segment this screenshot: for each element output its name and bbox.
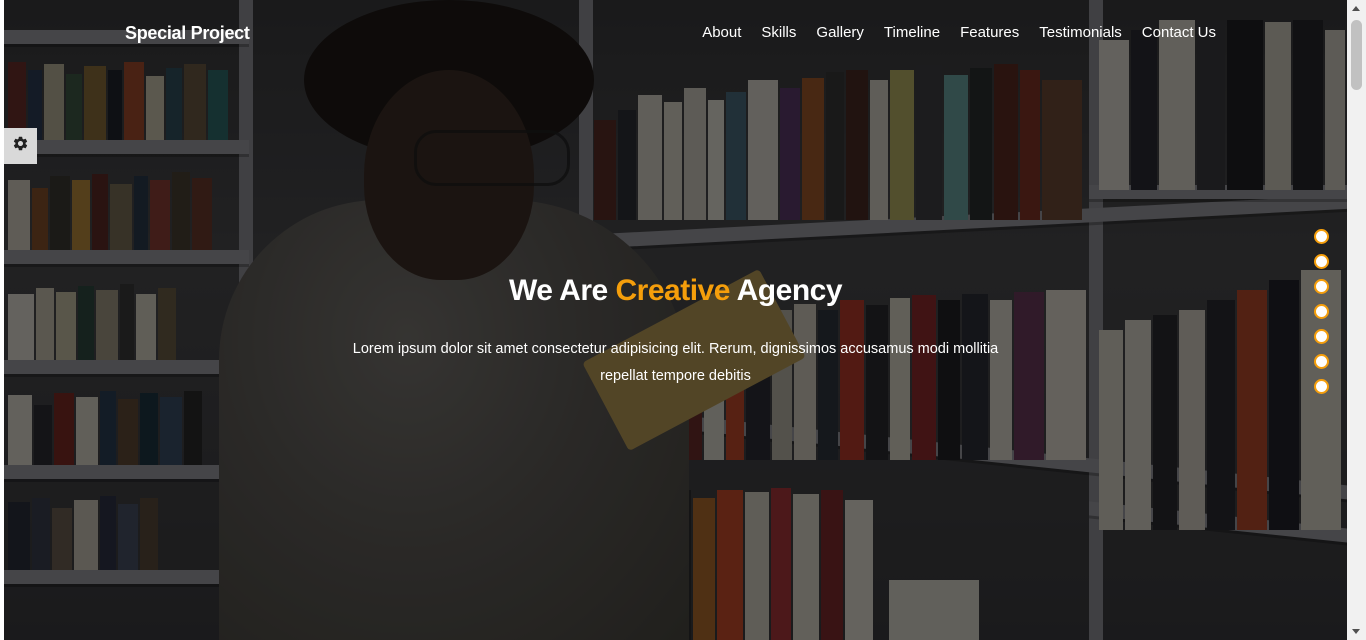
hero-title: We Are Creative Agency <box>4 274 1347 308</box>
nav-link-skills[interactable]: Skills <box>761 24 796 41</box>
nav-link-timeline[interactable]: Timeline <box>884 24 940 41</box>
bullet-features[interactable] <box>1314 329 1329 344</box>
scroll-down-arrow-icon[interactable] <box>1352 629 1360 634</box>
nav-link-about[interactable]: About <box>702 24 741 41</box>
bullet-skills[interactable] <box>1314 254 1329 269</box>
settings-toggle-button[interactable] <box>4 128 37 164</box>
bullet-gallery[interactable] <box>1314 279 1329 294</box>
scroll-up-arrow-icon[interactable] <box>1352 6 1360 11</box>
section-bullets <box>1314 229 1329 394</box>
hero-content: We Are Creative Agency Lorem ipsum dolor… <box>4 274 1347 390</box>
site-logo[interactable]: Special Project <box>125 23 250 44</box>
bullet-contact[interactable] <box>1314 379 1329 394</box>
gear-icon <box>12 135 29 157</box>
main-nav: About Skills Gallery Timeline Features T… <box>702 24 1216 41</box>
bullet-about[interactable] <box>1314 229 1329 244</box>
bullet-testimonials[interactable] <box>1314 354 1329 369</box>
nav-link-features[interactable]: Features <box>960 24 1019 41</box>
nav-link-gallery[interactable]: Gallery <box>816 24 864 41</box>
hero-title-post: Agency <box>729 274 843 307</box>
hero-title-pre: We Are <box>508 274 616 307</box>
hero-description: Lorem ipsum dolor sit amet consectetur a… <box>352 341 999 384</box>
landing-hero: Special Project About Skills Gallery Tim… <box>4 0 1347 640</box>
hero-title-accent: Creative <box>615 274 731 307</box>
nav-link-testimonials[interactable]: Testimonials <box>1039 24 1122 41</box>
scrollbar-thumb[interactable] <box>1351 20 1362 90</box>
header: Special Project About Skills Gallery Tim… <box>4 0 1347 70</box>
nav-link-contact-us[interactable]: Contact Us <box>1142 24 1216 41</box>
page-scrollbar[interactable] <box>1347 0 1366 640</box>
bullet-timeline[interactable] <box>1314 304 1329 319</box>
